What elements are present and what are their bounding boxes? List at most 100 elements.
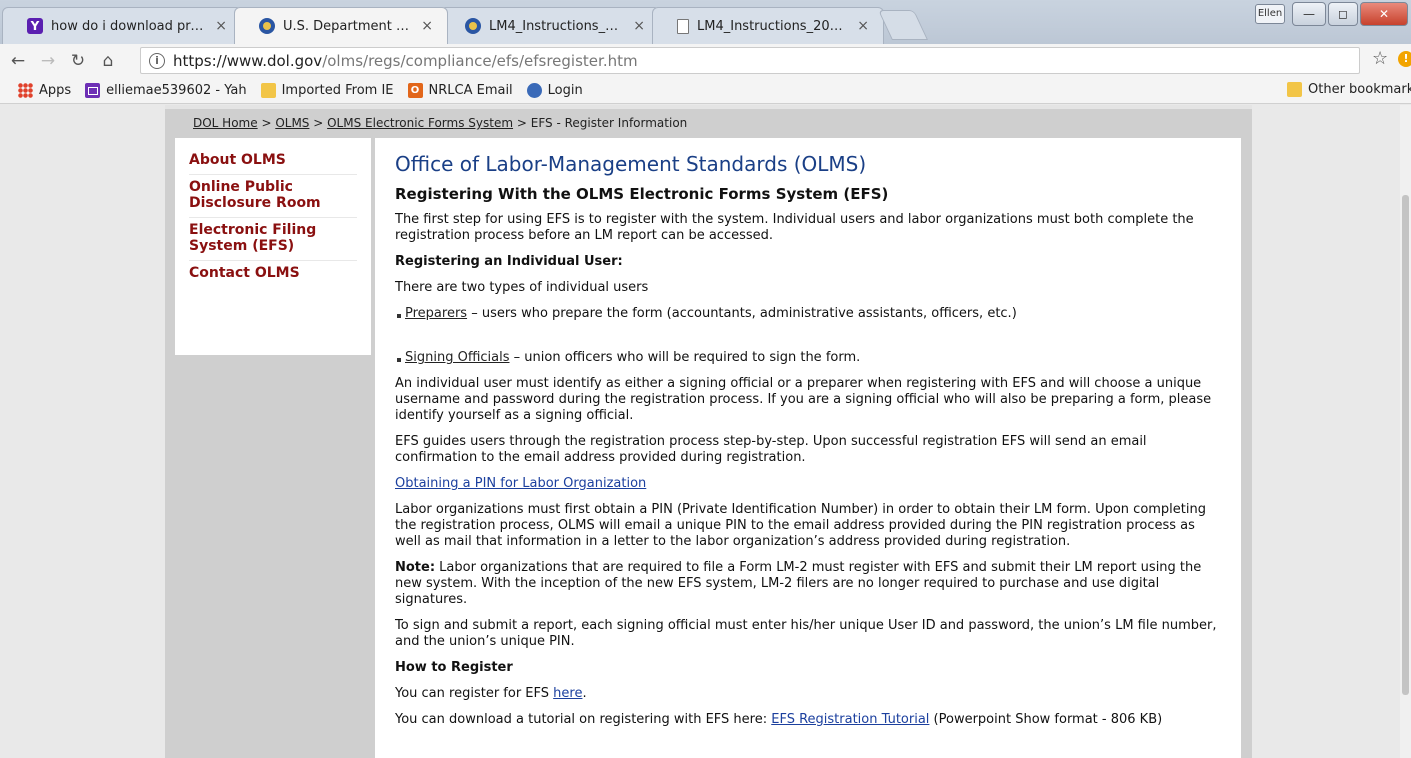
preparers-term: Preparers	[405, 306, 468, 321]
how-to-register-heading: How to Register	[395, 660, 513, 675]
maximize-icon[interactable]: ◻	[1328, 2, 1358, 26]
guides-paragraph: EFS guides users through the registratio…	[395, 434, 1147, 465]
note-paragraph: Note: Labor organizations that are requi…	[395, 560, 1221, 608]
signing-desc: – union officers who will be required to…	[509, 350, 861, 365]
tab-title: LM4_Instructions_2010_\	[697, 18, 850, 34]
bookmark-other[interactable]: Other bookmarks	[1287, 82, 1411, 97]
tab-close-icon[interactable]: ×	[857, 18, 869, 34]
bookmark-label: Apps	[39, 82, 72, 98]
extension-icon[interactable]: !	[1398, 51, 1411, 67]
bookmark-mail[interactable]: elliemae539602 - Yah	[85, 82, 247, 98]
yahoo-icon: Y	[27, 18, 43, 34]
register-paragraph: You can register for EFS here.	[395, 686, 1221, 702]
tab-title: U.S. Department of Labo	[283, 18, 413, 34]
breadcrumb: DOL Home > OLMS > OLMS Electronic Forms …	[193, 116, 687, 130]
window-controls: — ◻ ✕	[1292, 2, 1408, 26]
bookmark-label: Other bookmarks	[1308, 82, 1411, 97]
signing-officials-term: Signing Officials	[405, 350, 510, 365]
home-icon[interactable]: ⌂	[96, 51, 120, 71]
breadcrumb-dol-home[interactable]: DOL Home	[193, 116, 258, 130]
page-scrollbar[interactable]	[1400, 105, 1411, 758]
header-strip	[165, 105, 1252, 109]
breadcrumb-sep: >	[513, 116, 531, 130]
note-label: Note:	[395, 560, 436, 575]
breadcrumb-sep: >	[257, 116, 276, 130]
main-content: Office of Labor-Management Standards (OL…	[375, 138, 1241, 758]
page-title: Office of Labor-Management Standards (OL…	[395, 152, 867, 176]
address-bar[interactable]: i https://www.dol.gov/olms/regs/complian…	[140, 47, 1360, 74]
register-text: You can register for EFS	[395, 686, 554, 701]
bookmark-label: NRLCA Email	[428, 82, 513, 98]
browser-tab-1[interactable]: Y how do i download proté ×	[2, 7, 242, 44]
bookmark-login[interactable]: Login	[526, 82, 583, 98]
nav-about-olms[interactable]: About OLMS	[189, 148, 357, 175]
mail-icon	[85, 82, 101, 98]
individual-user-heading: Registering an Individual User:	[395, 254, 623, 269]
url-host: https://www.dol.gov	[173, 51, 323, 70]
bookmark-apps[interactable]: Apps	[18, 82, 72, 98]
left-navigation: About OLMS Online Public Disclosure Room…	[175, 138, 371, 355]
tutorial-link[interactable]: EFS Registration Tutorial	[771, 712, 929, 727]
browser-tab-3[interactable]: LM4_Instructions_2010_\ ×	[440, 7, 660, 44]
register-text-end: .	[582, 686, 587, 701]
register-here-link[interactable]: here	[553, 686, 582, 701]
tab-close-icon[interactable]: ×	[633, 18, 645, 34]
page-container: DOL Home > OLMS > OLMS Electronic Forms …	[165, 105, 1252, 758]
folder-icon	[260, 82, 276, 98]
tab-close-icon[interactable]: ×	[215, 18, 227, 34]
list-item: Preparers – users who prepare the form (…	[395, 306, 1221, 322]
section-heading: Registering With the OLMS Electronic For…	[395, 185, 889, 203]
identify-paragraph: An individual user must identify as eith…	[395, 376, 1212, 423]
login-icon	[526, 82, 542, 98]
back-arrow-icon[interactable]: ←	[6, 51, 30, 71]
intro-paragraph: The first step for using EFS is to regis…	[395, 212, 1194, 243]
nav-electronic-filing-system[interactable]: Electronic Filing System (EFS)	[189, 218, 357, 261]
profile-badge[interactable]: Ellen	[1255, 4, 1285, 24]
minimize-icon[interactable]: —	[1292, 2, 1326, 26]
dol-icon	[465, 18, 481, 34]
apps-icon	[18, 82, 33, 98]
user-types-list: Preparers – users who prepare the form (…	[395, 306, 1221, 366]
browser-toolbar: ← → ↻ ⌂ i https://www.dol.gov/olms/regs/…	[0, 44, 1411, 77]
list-item: Signing Officials – union officers who w…	[395, 350, 1221, 366]
browser-tab-2[interactable]: U.S. Department of Labo ×	[234, 7, 448, 44]
info-icon[interactable]: i	[149, 52, 165, 69]
bookmarks-bar: Apps elliemae539602 - Yah Imported From …	[0, 77, 1411, 104]
bookmark-star-icon[interactable]: ☆	[1372, 48, 1388, 69]
bookmark-imported[interactable]: Imported From IE	[260, 82, 394, 98]
new-tab-button[interactable]	[878, 10, 928, 40]
tab-title: LM4_Instructions_2010_\	[489, 18, 625, 34]
types-intro: There are two types of individual users	[395, 280, 649, 295]
tab-title: how do i download proté	[51, 18, 208, 34]
forward-arrow-icon[interactable]: →	[36, 51, 60, 71]
pin-link[interactable]: Obtaining a PIN for Labor Organization	[395, 476, 646, 491]
breadcrumb-current: EFS - Register Information	[530, 116, 688, 130]
preparers-desc: – users who prepare the form (accountant…	[467, 306, 1017, 321]
nav-public-disclosure-room[interactable]: Online Public Disclosure Room	[189, 175, 357, 218]
document-icon	[677, 18, 689, 34]
browser-tab-4[interactable]: LM4_Instructions_2010_\ ×	[652, 7, 884, 44]
nav-contact-olms[interactable]: Contact OLMS	[189, 261, 357, 287]
note-text: Labor organizations that are required to…	[395, 560, 1202, 607]
tab-close-icon[interactable]: ×	[421, 18, 433, 34]
tutorial-paragraph: You can download a tutorial on registeri…	[395, 712, 1221, 728]
bookmark-nrlca[interactable]: O NRLCA Email	[407, 82, 513, 98]
reload-icon[interactable]: ↻	[66, 51, 90, 71]
dol-icon	[259, 18, 275, 34]
url-path: /olms/regs/compliance/efs/efsregister.ht…	[322, 51, 638, 70]
tutorial-text: You can download a tutorial on registeri…	[395, 712, 772, 727]
pin-paragraph: Labor organizations must first obtain a …	[395, 502, 1206, 549]
scrollbar-thumb[interactable]	[1402, 195, 1409, 695]
sign-paragraph: To sign and submit a report, each signin…	[395, 618, 1217, 649]
breadcrumb-olms[interactable]: OLMS	[275, 116, 309, 130]
bookmark-label: Login	[547, 82, 583, 98]
folder-icon	[1287, 82, 1302, 97]
tutorial-text-end: (Powerpoint Show format - 806 KB)	[929, 712, 1163, 727]
breadcrumb-efs[interactable]: OLMS Electronic Forms System	[327, 116, 513, 130]
bookmark-label: elliemae539602 - Yah	[106, 82, 247, 98]
web-page: DOL Home > OLMS > OLMS Electronic Forms …	[0, 105, 1411, 758]
tab-strip: Y how do i download proté × U.S. Departm…	[0, 0, 1411, 44]
close-window-icon[interactable]: ✕	[1360, 2, 1408, 26]
office-icon: O	[407, 82, 423, 98]
breadcrumb-sep: >	[309, 116, 328, 130]
